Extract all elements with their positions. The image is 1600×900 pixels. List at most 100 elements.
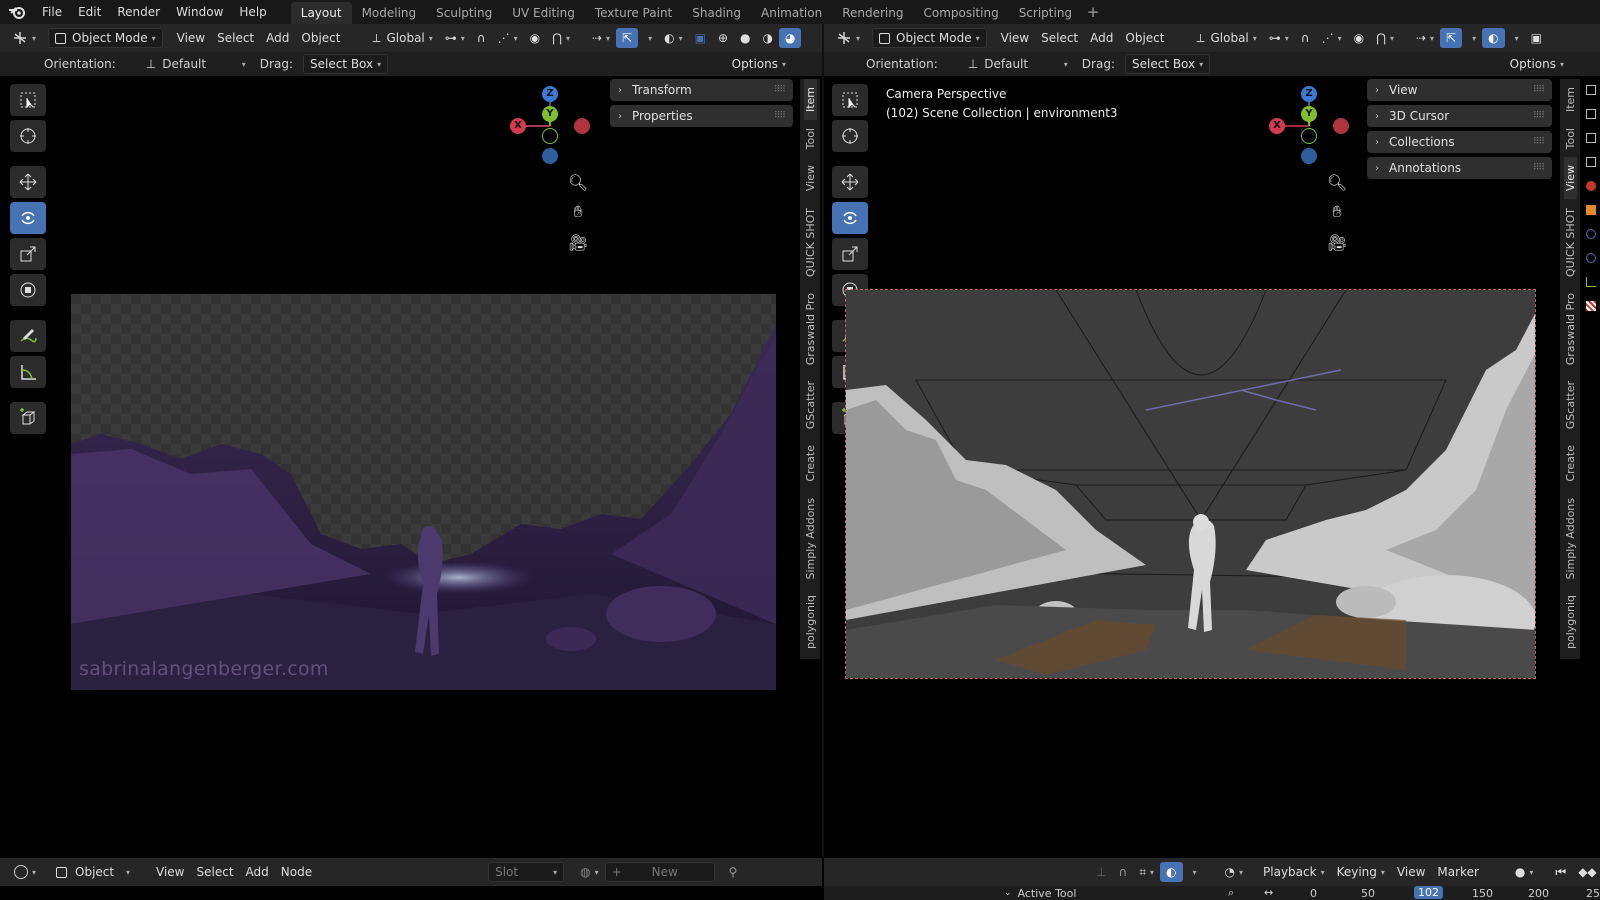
tab-create[interactable]: Create (804, 437, 817, 490)
editor-type-button[interactable]: ▾ (6, 28, 42, 48)
menu-render[interactable]: Render (109, 0, 168, 24)
falloff-icon[interactable]: ⋂ ▾ (546, 28, 576, 48)
pan-hand-icon[interactable]: ✋︎ (1323, 198, 1351, 226)
gizmo-x-axis[interactable]: X (510, 118, 526, 134)
transform-orientation-dropdown[interactable]: ⟂ Global ▾ (1190, 28, 1262, 48)
drag-grip-icon[interactable]: ⠿⠿ (1533, 85, 1545, 95)
drag-grip-icon[interactable]: ⠿⠿ (774, 85, 786, 95)
drag-grip-icon[interactable]: ⠿⠿ (1533, 137, 1545, 147)
select-box-tool-icon[interactable] (10, 84, 46, 116)
gizmo-z-axis[interactable]: Z (1301, 86, 1317, 102)
xray-icon[interactable]: ▣ (689, 28, 712, 48)
menu-help[interactable]: Help (231, 0, 274, 24)
drag-dropdown[interactable]: Select Box ▾ (1124, 54, 1211, 74)
menu-playback[interactable]: Playback ▾ (1257, 862, 1331, 882)
select-box-tool-icon[interactable] (832, 84, 868, 116)
menu-window[interactable]: Window (168, 0, 231, 24)
tab-view[interactable]: View (1563, 157, 1577, 200)
options-dropdown[interactable]: Options ▾ (726, 54, 792, 74)
menu-add[interactable]: Add (260, 28, 295, 48)
new-material-button[interactable]: + New (604, 862, 715, 882)
tool-properties-icon[interactable] (1586, 85, 1596, 95)
gizmo-y-axis[interactable]: Y (542, 106, 558, 122)
menu-node[interactable]: Node (275, 862, 318, 882)
add-cube-tool-icon[interactable] (10, 402, 46, 434)
menu-object[interactable]: Object (295, 28, 346, 48)
orientation-dropdown[interactable]: ⊥ Default ▾ (968, 57, 1068, 71)
menu-view[interactable]: View (171, 28, 211, 48)
tab-graswald-pro[interactable]: Graswald Pro (804, 285, 817, 373)
tab-simply-addons[interactable]: Simply Addons (804, 490, 817, 588)
search-icon[interactable]: ⌕ (1228, 886, 1234, 900)
menu-marker[interactable]: Marker (1431, 862, 1484, 882)
zoom-icon[interactable]: 🔍︎ (1323, 168, 1351, 196)
tab-polygoniq[interactable]: polygoniq (804, 587, 817, 657)
tab-quick-shot[interactable]: QUICK SHOT (1564, 200, 1577, 285)
gizmo-neg-y-axis[interactable] (1301, 128, 1317, 144)
tab-polygoniq[interactable]: polygoniq (1564, 587, 1577, 657)
scroll-range-icon[interactable]: ↔ (1264, 886, 1273, 899)
material-browse-icon[interactable]: ◍ ▾ (574, 862, 605, 882)
active-tool-panel[interactable]: ⌄ Active Tool (1004, 886, 1076, 900)
view-layer-properties-icon[interactable] (1586, 157, 1596, 167)
menu-view[interactable]: View (1391, 862, 1431, 882)
tab-tool[interactable]: Tool (804, 120, 817, 157)
tab-create[interactable]: Create (1564, 437, 1577, 490)
snap-target-icon[interactable]: ⋰ ▾ (1316, 28, 1348, 48)
rendered-shading-icon[interactable]: ◕ (778, 28, 802, 48)
snap-icon[interactable]: ∩ (471, 28, 492, 48)
visibility-icon[interactable]: ⇢ ▾ (1410, 28, 1440, 48)
object-properties-icon[interactable] (1586, 229, 1596, 239)
record-keyframe-icon[interactable]: ● ▾ (1509, 862, 1540, 882)
camera-view-icon[interactable]: 🎥︎ (1323, 228, 1351, 256)
tab-scripting[interactable]: Scripting (1009, 2, 1082, 24)
menu-view[interactable]: View (995, 28, 1035, 48)
visibility-icon[interactable]: ⇢ ▾ (586, 28, 616, 48)
gizmo-toggle-icon[interactable]: ⇱ (1440, 28, 1463, 48)
pivot-point-icon[interactable]: ⊶ ▾ (1263, 28, 1295, 48)
gizmo-neg-z-axis[interactable] (542, 148, 558, 164)
xray-icon[interactable]: ▣ (1525, 28, 1548, 48)
tab-texture-paint[interactable]: Texture Paint (585, 2, 682, 24)
panel-collections[interactable]: › Collections ⠿⠿ (1367, 131, 1552, 153)
tab-view[interactable]: View (804, 157, 817, 199)
texture-properties-icon[interactable] (1586, 301, 1596, 311)
menu-object[interactable]: Object (1119, 28, 1170, 48)
snap-icon[interactable]: ∩ (1295, 28, 1316, 48)
tab-compositing[interactable]: Compositing (913, 2, 1008, 24)
tab-simply-addons[interactable]: Simply Addons (1564, 490, 1577, 588)
modifier-properties-icon[interactable] (1586, 253, 1596, 263)
overlay-dropdown-icon[interactable]: ▾ (1183, 862, 1203, 882)
tab-quick-shot[interactable]: QUICK SHOT (804, 200, 817, 285)
gizmo-neg-x-axis[interactable] (1333, 118, 1349, 134)
gizmo-toggle-icon[interactable]: ⇱ (616, 28, 639, 48)
panel-properties[interactable]: › Properties ⠿⠿ (610, 105, 793, 127)
wireframe-shading-icon[interactable]: ⊕ (712, 28, 734, 48)
move-tool-icon[interactable] (832, 166, 868, 198)
menu-add[interactable]: Add (1084, 28, 1119, 48)
snap-toggle-icon[interactable]: ⊥ (1090, 862, 1112, 882)
overlay-icon[interactable]: ◐ ▾ (658, 28, 689, 48)
world-properties-icon[interactable] (1586, 205, 1596, 215)
pivot-point-icon[interactable]: ⊶ ▾ (439, 28, 471, 48)
gizmo-dropdown-icon[interactable]: ▾ (638, 28, 658, 48)
gizmo-y-axis[interactable]: Y (1301, 106, 1317, 122)
overlay-icon[interactable]: ◐ (1482, 28, 1505, 48)
solid-shading-icon[interactable]: ● (734, 28, 756, 48)
pan-hand-icon[interactable]: ✋︎ (564, 198, 592, 226)
drag-grip-icon[interactable]: ⠿⠿ (774, 111, 786, 121)
zoom-icon[interactable]: 🔍︎ (564, 168, 592, 196)
drag-grip-icon[interactable]: ⠿⠿ (1533, 111, 1545, 121)
gizmo-neg-y-axis[interactable] (542, 128, 558, 144)
slot-dropdown[interactable]: Slot ▾ (488, 862, 565, 882)
menu-select[interactable]: Select (1035, 28, 1084, 48)
tab-item[interactable]: Item (1564, 79, 1577, 120)
tab-layout[interactable]: Layout (290, 1, 352, 24)
menu-edit[interactable]: Edit (70, 0, 109, 24)
jump-start-icon[interactable]: ⏮ (1549, 862, 1572, 882)
measure-tool-icon[interactable] (10, 356, 46, 388)
snap-target-icon[interactable]: ⋰ ▾ (492, 28, 524, 48)
constraint-properties-icon[interactable] (1586, 277, 1596, 287)
scene-properties-icon[interactable] (1586, 181, 1596, 191)
menu-file[interactable]: File (34, 0, 70, 24)
